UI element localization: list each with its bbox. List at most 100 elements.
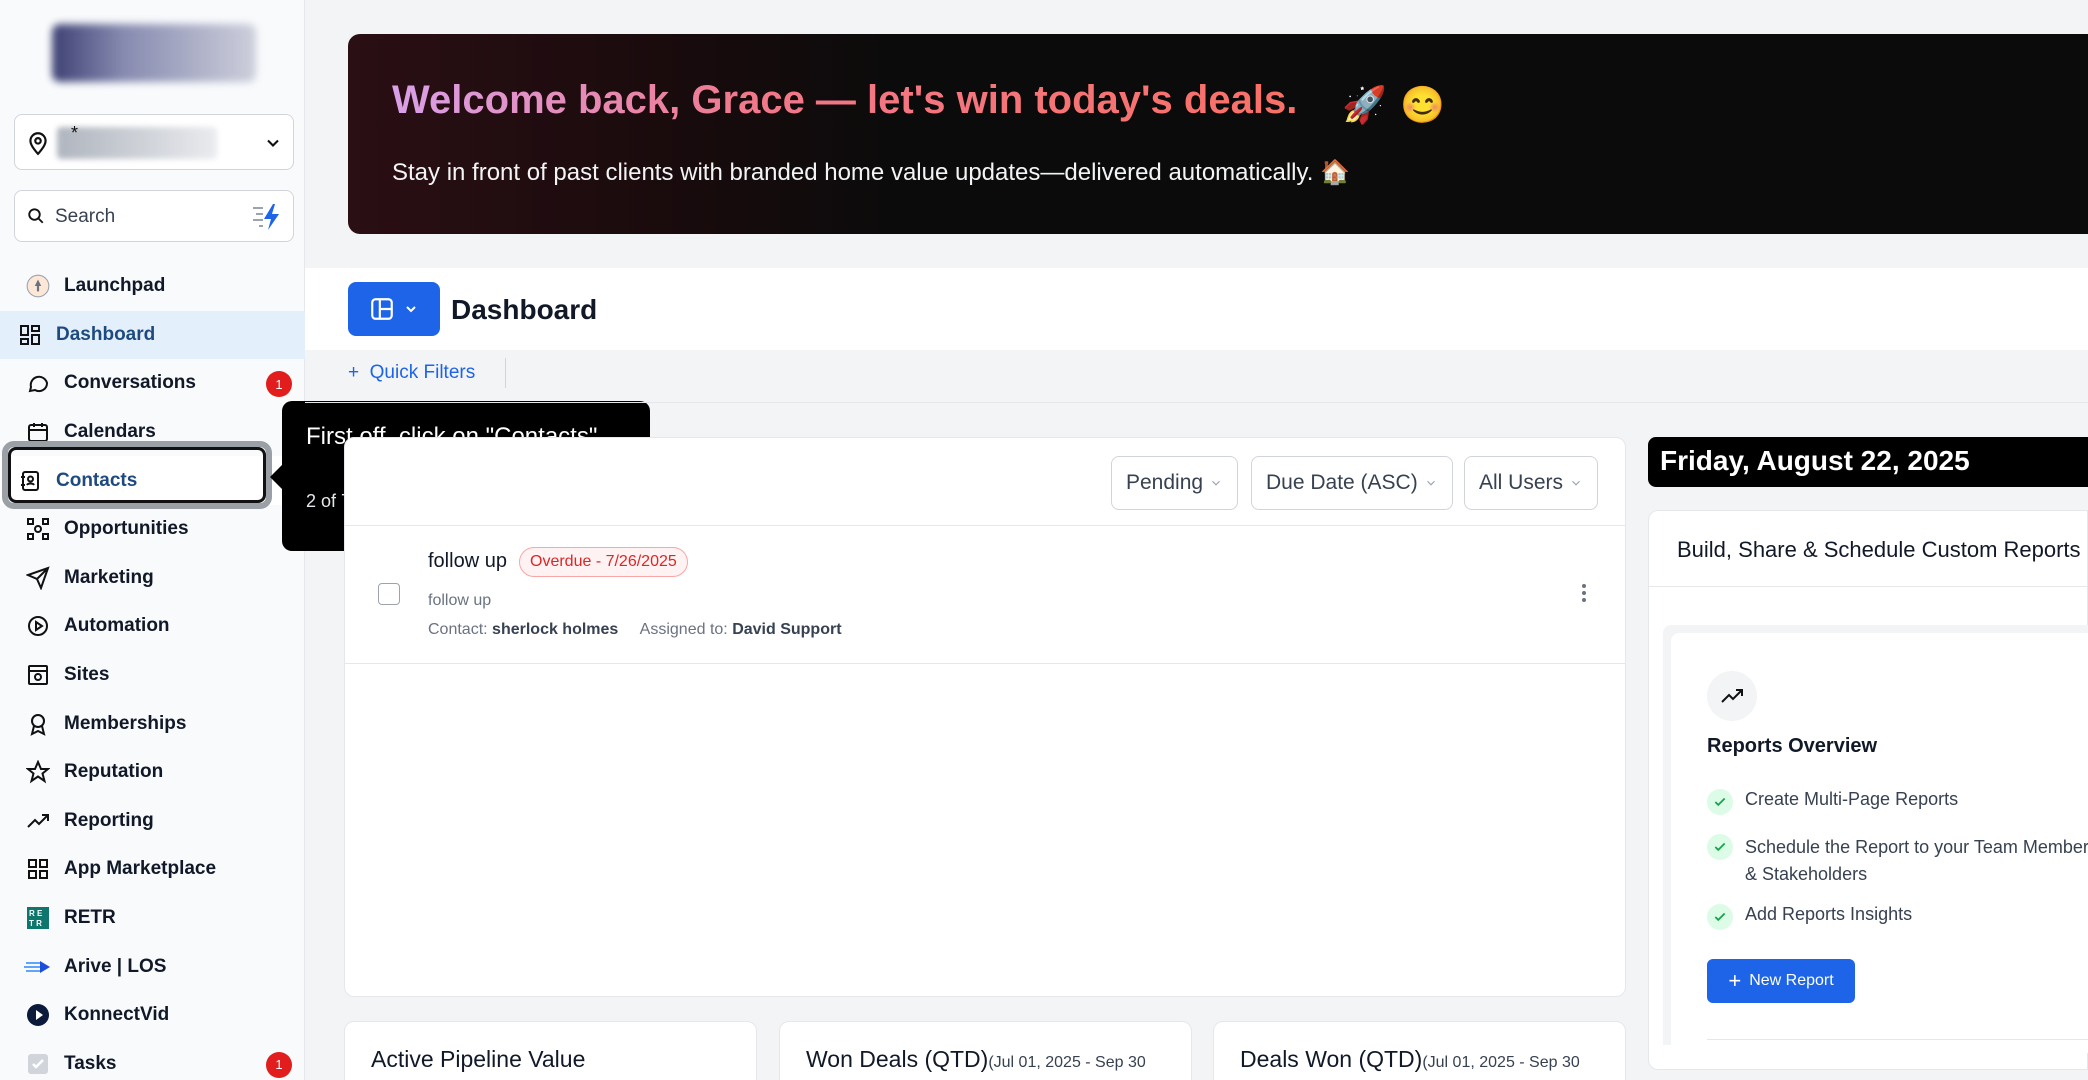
new-report-button[interactable]: + New Report [1707, 959, 1855, 1003]
filter-label: All Users [1479, 471, 1564, 494]
stat-title: Deals Won (QTD) [1240, 1046, 1423, 1072]
welcome-subtitle: Stay in front of past clients with brand… [392, 159, 1350, 186]
location-pin-icon [25, 129, 51, 162]
status-filter-select[interactable]: Pending [1111, 456, 1239, 510]
stat-title: Active Pipeline Value [371, 1046, 586, 1072]
svg-text:R E: R E [29, 909, 43, 918]
user-filter-select[interactable]: All Users [1464, 456, 1599, 510]
feature-item: Create Multi-Page Reports [1707, 789, 1958, 815]
chevron-down-icon [1426, 480, 1435, 486]
task-checkbox[interactable] [378, 583, 400, 605]
new-report-label: New Report [1749, 972, 1834, 989]
layout-icon [371, 298, 393, 320]
send-icon [24, 564, 52, 592]
filter-label: Due Date (ASC) [1266, 471, 1418, 494]
task-meta: Contact: sherlock holmes Assigned to: Da… [428, 621, 842, 639]
sidebar-item-tasks[interactable]: Tasks 1 [0, 1040, 305, 1080]
sidebar-item-launchpad[interactable]: Launchpad [0, 262, 305, 311]
sidebar-item-konnectvid[interactable]: KonnectVid [0, 991, 305, 1040]
current-date: Friday, August 22, 2025 [1648, 437, 2088, 487]
stat-card-deals-won: Deals Won (QTD)(Jul 01, 2025 - Sep 30 [1213, 1021, 1626, 1080]
chevron-down-icon [406, 306, 416, 313]
location-name-redacted [57, 127, 217, 159]
quick-action-bolt-icon[interactable] [251, 202, 283, 237]
more-options-icon[interactable] [1581, 583, 1587, 608]
plus-icon: + [1728, 968, 1742, 993]
search-icon [27, 207, 45, 230]
trending-up-icon [1707, 671, 1757, 721]
assigned-label: Assigned to: [639, 621, 728, 638]
search-input[interactable]: Search [14, 190, 294, 242]
apps-grid-icon [24, 855, 52, 883]
star-icon [24, 758, 52, 786]
check-icon [1707, 834, 1733, 860]
sidebar-item-label: Calendars [64, 421, 156, 443]
divider [505, 358, 506, 388]
tasks-card: Pending Due Date (ASC) All Users follow … [344, 437, 1626, 997]
sidebar-item-label: Launchpad [64, 275, 166, 297]
task-description: follow up [428, 592, 492, 609]
sidebar-item-retr[interactable]: R ET R RETR [0, 894, 305, 943]
feature-text: Create Multi-Page Reports [1745, 789, 1959, 809]
rocket-emoji: 🚀 [1342, 84, 1387, 125]
sidebar-item-marketing[interactable]: Marketing [0, 554, 305, 603]
sidebar-item-sites[interactable]: Sites [0, 651, 305, 700]
sidebar: * Search Launchpad Dashboard Conversatio… [0, 0, 305, 1080]
sidebar-item-label: Sites [64, 664, 110, 686]
sidebar-item-label: KonnectVid [64, 1004, 170, 1026]
feature-item: Schedule the Report to your Team Members… [1707, 834, 2088, 888]
divider [345, 663, 1625, 664]
location-star: * [71, 123, 79, 143]
quick-filters-label: Quick Filters [369, 362, 476, 383]
sidebar-item-dashboard[interactable]: Dashboard [0, 310, 305, 360]
quick-filters-button[interactable]: + Quick Filters [348, 362, 475, 384]
tooltip-arrow [270, 465, 282, 489]
sidebar-item-label: Memberships [64, 712, 187, 734]
sidebar-item-conversations[interactable]: Conversations 1 [0, 359, 305, 408]
launchpad-icon [24, 272, 52, 300]
check-icon [1707, 789, 1733, 815]
assignee-name: David Support [732, 621, 842, 638]
sidebar-item-automation[interactable]: Automation [0, 602, 305, 651]
retr-logo-icon: R ET R [24, 904, 52, 932]
feature-text: Schedule the Report to your Team Members… [1745, 837, 2088, 884]
divider [1649, 586, 2087, 587]
sort-filter-select[interactable]: Due Date (ASC) [1251, 456, 1453, 510]
dashboard-switcher-button[interactable] [348, 282, 440, 336]
filter-label: Pending [1126, 471, 1204, 494]
automation-icon [24, 612, 52, 640]
sidebar-item-app-marketplace[interactable]: App Marketplace [0, 845, 305, 894]
contact-name[interactable]: sherlock holmes [492, 621, 618, 638]
search-placeholder: Search [55, 206, 116, 227]
reports-overview-title: Reports Overview [1707, 735, 1878, 757]
chevron-down-icon [1212, 480, 1220, 486]
trending-up-icon [24, 807, 52, 835]
unread-badge: 1 [266, 371, 292, 398]
task-count-badge: 1 [266, 1051, 292, 1078]
card-title: Build, Share & Schedule Custom Reports [1677, 537, 2081, 562]
sidebar-item-reporting[interactable]: Reporting [0, 797, 305, 846]
stat-card-won-deals: Won Deals (QTD)(Jul 01, 2025 - Sep 30 [779, 1021, 1192, 1080]
sidebar-nav: Launchpad Dashboard Conversations 1 Cale… [0, 262, 305, 1080]
sidebar-item-label: Opportunities [64, 518, 189, 540]
arive-arrow-icon [24, 953, 52, 981]
opportunities-icon [24, 515, 52, 543]
sidebar-item-label: Marketing [64, 566, 154, 588]
check-icon [1707, 904, 1733, 930]
task-title[interactable]: follow up [428, 550, 507, 573]
stat-title: Won Deals (QTD) [806, 1046, 989, 1072]
divider [305, 402, 2088, 403]
sidebar-item-label: Arive | LOS [64, 955, 167, 977]
tour-highlight-target[interactable] [8, 447, 266, 503]
sidebar-item-arive-los[interactable]: Arive | LOS [0, 942, 305, 991]
divider [345, 525, 1625, 526]
welcome-title: Welcome back, Grace — let's win today's … [392, 78, 1298, 122]
svg-text:T R: T R [29, 919, 42, 928]
location-switcher[interactable]: * [14, 114, 294, 170]
sidebar-item-reputation[interactable]: Reputation [0, 748, 305, 797]
sidebar-item-opportunities[interactable]: Opportunities [0, 505, 305, 554]
reports-card: Build, Share & Schedule Custom Reports R… [1648, 510, 2088, 1070]
sidebar-item-memberships[interactable]: Memberships [0, 699, 305, 748]
sidebar-item-label: Tasks [64, 1052, 117, 1074]
sidebar-item-label: App Marketplace [64, 858, 217, 880]
